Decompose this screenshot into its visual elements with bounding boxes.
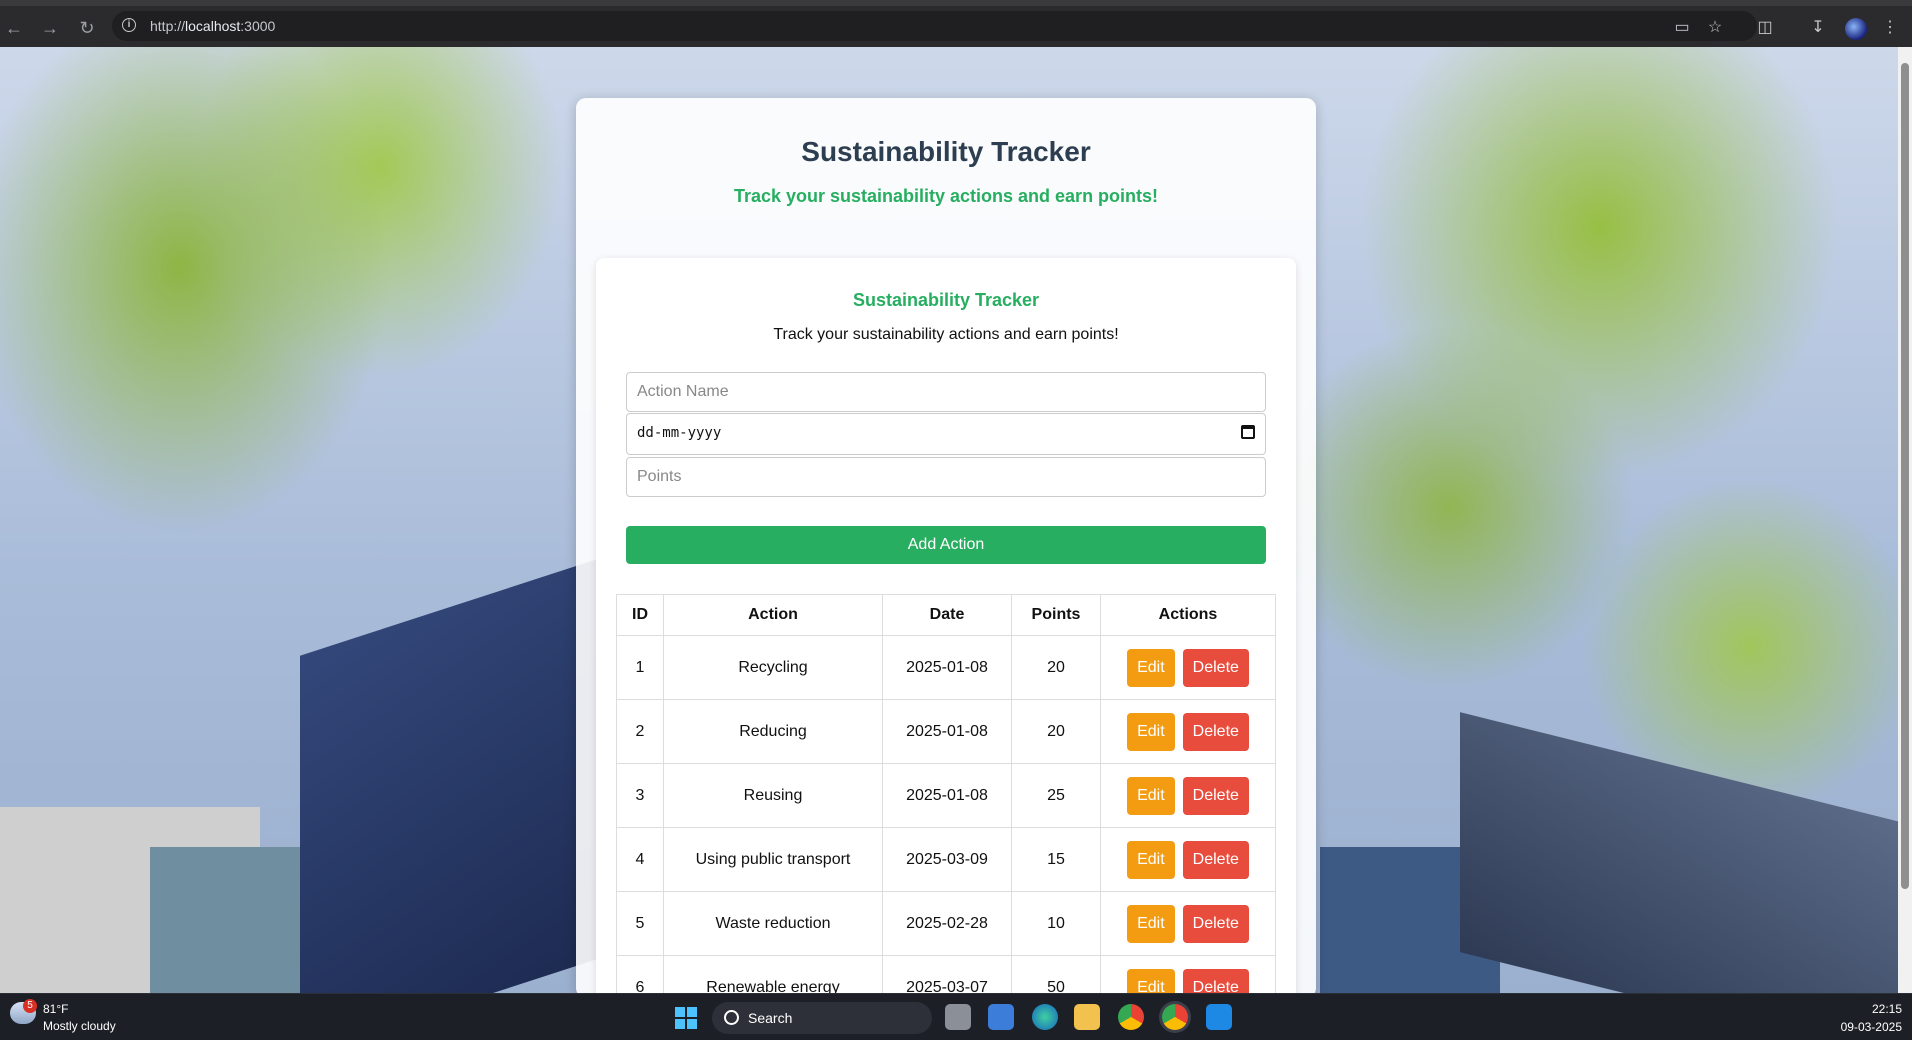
cell-actions: Edit Delete	[1100, 635, 1276, 700]
cell-date: 2025-02-28	[882, 891, 1012, 956]
profile-avatar[interactable]	[1845, 18, 1867, 40]
header-id: ID	[616, 594, 664, 636]
info-icon[interactable]: i	[122, 18, 136, 32]
actions-table: ID Action Date Points Actions 1 Recyclin…	[616, 594, 1276, 1020]
header-points: Points	[1011, 594, 1101, 636]
task-view-icon[interactable]	[945, 1004, 971, 1030]
cell-points: 25	[1011, 763, 1101, 828]
table-row: 1 Recycling 2025-01-08 20 Edit Delete	[616, 635, 1276, 700]
clock-time[interactable]: 22:15	[1842, 1002, 1902, 1016]
cell-points: 15	[1011, 827, 1101, 892]
cell-id: 3	[616, 763, 664, 828]
action-name-input[interactable]: Action Name	[626, 372, 1266, 412]
chrome-active-icon[interactable]	[1162, 1004, 1188, 1030]
search-icon	[724, 1010, 739, 1025]
delete-button[interactable]: Delete	[1182, 712, 1249, 751]
star-icon[interactable]: ☆	[1705, 18, 1725, 38]
cell-actions: Edit Delete	[1100, 827, 1276, 892]
delete-button[interactable]: Delete	[1182, 776, 1249, 815]
cell-id: 1	[616, 635, 664, 700]
cell-action: Using public transport	[663, 827, 883, 892]
tracker-card: Sustainability Tracker Track your sustai…	[596, 258, 1296, 1020]
cell-id: 5	[616, 891, 664, 956]
install-icon[interactable]: ▭	[1672, 18, 1692, 38]
cell-action: Waste reduction	[663, 891, 883, 956]
menu-icon[interactable]: ⋮	[1880, 18, 1900, 38]
cell-date: 2025-01-08	[882, 635, 1012, 700]
date-placeholder: dd-mm-yyyy	[637, 425, 722, 441]
calendar-icon[interactable]	[1241, 425, 1255, 439]
reload-icon[interactable]: ↻	[75, 16, 99, 40]
table-row: 4 Using public transport 2025-03-09 15 E…	[616, 827, 1276, 892]
table-header-row: ID Action Date Points Actions	[616, 594, 1276, 636]
page-subtitle: Track your sustainability actions and ea…	[733, 186, 1159, 206]
chrome-icon[interactable]	[1118, 1004, 1144, 1030]
header-action: Action	[663, 594, 883, 636]
date-input[interactable]: dd-mm-yyyy	[626, 413, 1266, 455]
header-actions: Actions	[1100, 594, 1276, 636]
clock-date[interactable]: 09-03-2025	[1830, 1020, 1902, 1034]
edge-icon[interactable]	[1032, 1004, 1058, 1030]
cell-actions: Edit Delete	[1100, 699, 1276, 764]
app-container: Sustainability Tracker Track your sustai…	[576, 98, 1316, 1020]
url-text: http://localhost:3000	[150, 18, 276, 34]
vscode-icon[interactable]	[1206, 1004, 1232, 1030]
edit-button[interactable]: Edit	[1127, 712, 1175, 751]
cell-id: 2	[616, 699, 664, 764]
downloads-icon[interactable]: ↧	[1808, 18, 1828, 38]
cell-action: Reducing	[663, 699, 883, 764]
edit-button[interactable]: Edit	[1127, 840, 1175, 879]
table-row: 5 Waste reduction 2025-02-28 10 Edit Dele…	[616, 891, 1276, 956]
store-icon[interactable]	[988, 1004, 1014, 1030]
cell-action: Reusing	[663, 763, 883, 828]
windows-start-icon[interactable]	[675, 1007, 697, 1029]
weather-description: Mostly cloudy	[43, 1019, 116, 1033]
taskbar: 5 81°F Mostly cloudy Search 22:15 09-03-…	[0, 993, 1912, 1040]
delete-button[interactable]: Delete	[1182, 840, 1249, 879]
weather-badge: 5	[23, 999, 37, 1013]
cell-actions: Edit Delete	[1100, 763, 1276, 828]
add-action-button[interactable]: Add Action	[626, 526, 1266, 564]
cell-points: 10	[1011, 891, 1101, 956]
back-icon[interactable]: ←	[2, 16, 26, 40]
table-row: 2 Reducing 2025-01-08 20 Edit Delete	[616, 699, 1276, 764]
background-building	[1460, 712, 1898, 993]
taskbar-search[interactable]: Search	[712, 1002, 932, 1034]
cell-id: 4	[616, 827, 664, 892]
cell-action: Recycling	[663, 635, 883, 700]
edit-button[interactable]: Edit	[1127, 648, 1175, 687]
browser-toolbar: ← → ↻ i http://localhost:3000 ▭ ☆ ◫ ↧ ⋮	[0, 0, 1912, 47]
cell-date: 2025-03-09	[882, 827, 1012, 892]
address-bar[interactable]: i http://localhost:3000	[112, 11, 1757, 41]
card-title: Sustainability Tracker	[852, 290, 1040, 310]
cell-points: 20	[1011, 635, 1101, 700]
forward-icon[interactable]: →	[38, 16, 62, 40]
delete-button[interactable]: Delete	[1182, 648, 1249, 687]
delete-button[interactable]: Delete	[1182, 904, 1249, 943]
edit-button[interactable]: Edit	[1127, 776, 1175, 815]
page-scrollbar[interactable]	[1898, 47, 1912, 993]
cell-date: 2025-01-08	[882, 763, 1012, 828]
weather-temperature: 81°F	[43, 1002, 69, 1016]
card-description: Track your sustainability actions and ea…	[773, 326, 1119, 343]
scrollbar-thumb[interactable]	[1901, 63, 1909, 889]
table-row: 3 Reusing 2025-01-08 25 Edit Delete	[616, 763, 1276, 828]
extensions-icon[interactable]: ◫	[1755, 18, 1775, 38]
edit-button[interactable]: Edit	[1127, 904, 1175, 943]
cell-date: 2025-01-08	[882, 699, 1012, 764]
points-input[interactable]: Points	[626, 457, 1266, 497]
cell-actions: Edit Delete	[1100, 891, 1276, 956]
background-building	[300, 558, 600, 993]
file-explorer-icon[interactable]	[1074, 1004, 1100, 1030]
page-title: Sustainability Tracker	[801, 136, 1091, 167]
header-date: Date	[882, 594, 1012, 636]
cell-points: 20	[1011, 699, 1101, 764]
search-label: Search	[748, 1010, 793, 1026]
